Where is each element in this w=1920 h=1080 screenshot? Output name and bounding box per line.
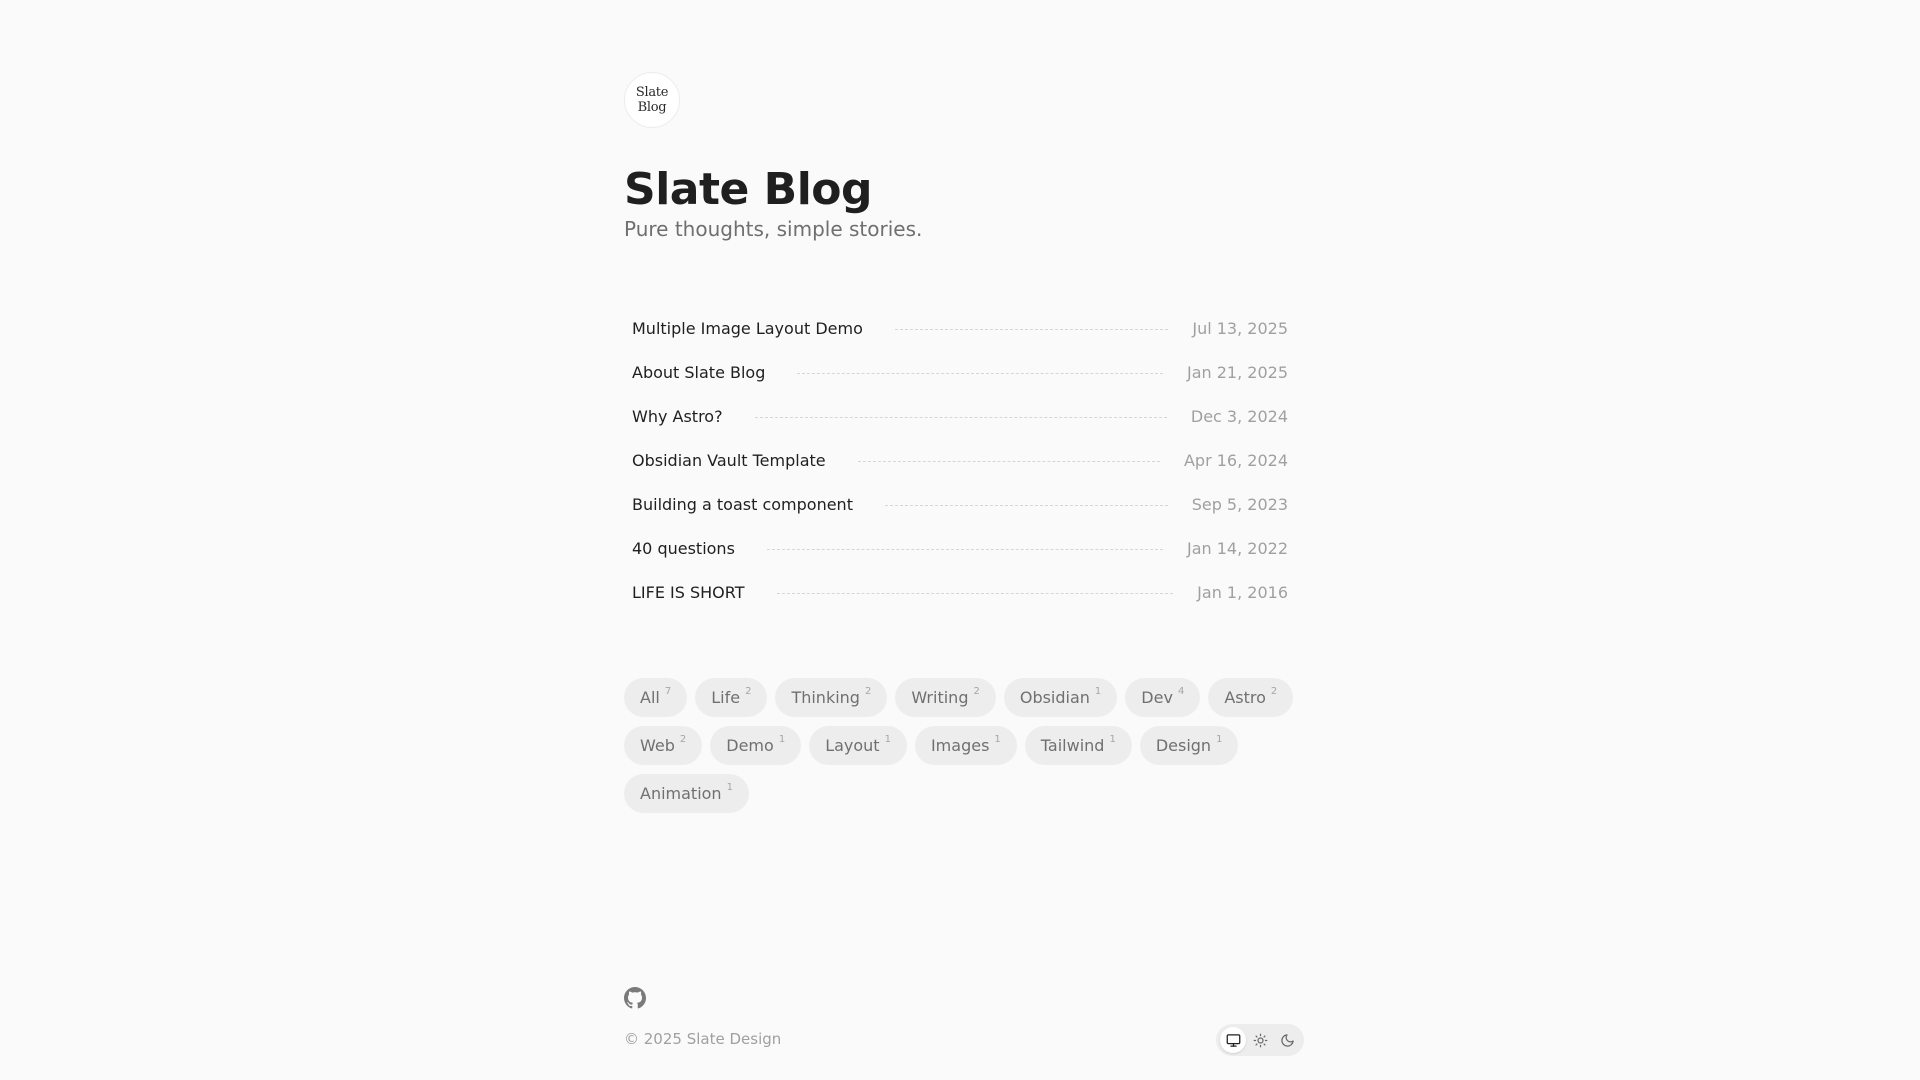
post-list: Multiple Image Layout Demo Jul 13, 2025 … [624, 306, 1296, 614]
tag-layout[interactable]: Layout 1 [809, 726, 907, 765]
tag-count: 1 [994, 734, 1001, 745]
post-row[interactable]: Building a toast component Sep 5, 2023 [624, 482, 1296, 526]
github-icon[interactable] [624, 987, 646, 1009]
tag-label: Demo [726, 736, 774, 755]
post-row[interactable]: Obsidian Vault Template Apr 16, 2024 [624, 438, 1296, 482]
tag-thinking[interactable]: Thinking 2 [775, 678, 888, 717]
tag-count: 2 [745, 686, 752, 697]
copyright-text: © 2025 Slate Design [624, 1030, 782, 1048]
tag-count: 1 [778, 734, 786, 745]
tag-label: Dev [1141, 688, 1173, 707]
tag-count: 2 [679, 734, 687, 745]
post-date: Apr 16, 2024 [1183, 450, 1288, 470]
tag-count: 1 [726, 782, 733, 793]
tag-label: Tailwind [1040, 736, 1105, 755]
tag-label: Design [1155, 736, 1212, 755]
tag-count: 1 [884, 734, 891, 745]
tag-list: All 7 Life 2 Thinking 2 Writing 2 Obsidian 1 … [624, 678, 1296, 813]
tag-count: 2 [973, 686, 980, 697]
tag-design[interactable]: Design 1 [1139, 726, 1239, 765]
tag-life[interactable]: Life 2 [695, 678, 768, 717]
post-row[interactable]: About Slate Blog Jan 21, 2025 [624, 350, 1296, 394]
post-title: 40 questions [632, 538, 735, 558]
tag-dev[interactable]: Dev 4 [1125, 678, 1201, 717]
post-date: Sep 5, 2023 [1191, 494, 1288, 514]
tag-images[interactable]: Images 1 [914, 726, 1017, 765]
tag-animation[interactable]: Animation 1 [624, 774, 749, 813]
tag-label: Obsidian [1019, 688, 1090, 707]
post-title: Building a toast component [632, 494, 853, 514]
site-tagline: Pure thoughts, simple stories. [624, 217, 923, 241]
tag-web[interactable]: Web 2 [624, 726, 703, 765]
tag-writing[interactable]: Writing 2 [895, 678, 996, 717]
tag-demo[interactable]: Demo 1 [710, 726, 802, 765]
logo-line-1: Slate [635, 85, 669, 100]
sun-icon[interactable] [1247, 1027, 1273, 1053]
post-leader-line [894, 328, 1169, 330]
post-row[interactable]: Multiple Image Layout Demo Jul 13, 2025 [624, 306, 1296, 350]
tag-label: All [640, 688, 660, 707]
tag-label: Animation [640, 784, 722, 803]
tag-count: 1 [1094, 686, 1102, 697]
tag-count: 2 [1270, 686, 1278, 697]
tag-label: Writing [911, 688, 969, 707]
tag-obsidian[interactable]: Obsidian 1 [1003, 678, 1118, 717]
post-title: About Slate Blog [632, 362, 766, 382]
tag-count: 4 [1177, 686, 1185, 697]
moon-icon[interactable] [1274, 1027, 1300, 1053]
post-title: Why Astro? [632, 406, 723, 426]
monitor-icon[interactable] [1220, 1027, 1246, 1053]
post-date: Jan 21, 2025 [1187, 362, 1288, 382]
post-leader-line [857, 460, 1160, 462]
post-leader-line [884, 504, 1168, 506]
tag-count: 7 [664, 686, 672, 697]
tag-label: Astro [1224, 688, 1266, 707]
post-leader-line [754, 416, 1167, 418]
tag-count: 2 [864, 686, 872, 697]
tag-astro[interactable]: Astro 2 [1208, 678, 1294, 717]
post-date: Jan 1, 2016 [1197, 582, 1288, 602]
tag-label: Layout [825, 736, 880, 755]
logo-line-2: Blog [637, 100, 667, 115]
post-row[interactable]: LIFE IS SHORT Jan 1, 2016 [624, 570, 1296, 614]
tag-label: Web [640, 736, 675, 755]
post-row[interactable]: Why Astro? Dec 3, 2024 [624, 394, 1296, 438]
tag-label: Images [930, 736, 990, 755]
tag-tailwind[interactable]: Tailwind 1 [1024, 726, 1132, 765]
theme-switcher [1216, 1024, 1304, 1056]
post-date: Dec 3, 2024 [1190, 406, 1288, 426]
post-leader-line [797, 372, 1163, 374]
tag-label: Life [711, 688, 741, 707]
logo-text: Slate Blog [635, 85, 669, 115]
post-title: Obsidian Vault Template [632, 450, 826, 470]
post-leader-line [776, 592, 1174, 594]
tag-all[interactable]: All 7 [624, 678, 688, 717]
post-title: Multiple Image Layout Demo [632, 318, 863, 338]
post-date: Jan 14, 2022 [1187, 538, 1288, 558]
post-title: LIFE IS SHORT [632, 582, 745, 602]
tag-count: 1 [1216, 734, 1223, 745]
site-logo[interactable]: Slate Blog [624, 72, 680, 128]
post-row[interactable]: 40 questions Jan 14, 2022 [624, 526, 1296, 570]
site-title: Slate Blog [624, 164, 873, 215]
page-container: Slate Blog Slate Blog Pure thoughts, sim… [624, 0, 1304, 1080]
tag-count: 1 [1109, 734, 1116, 745]
post-leader-line [766, 548, 1163, 550]
tag-label: Thinking [791, 688, 860, 707]
post-date: Jul 13, 2025 [1192, 318, 1288, 338]
